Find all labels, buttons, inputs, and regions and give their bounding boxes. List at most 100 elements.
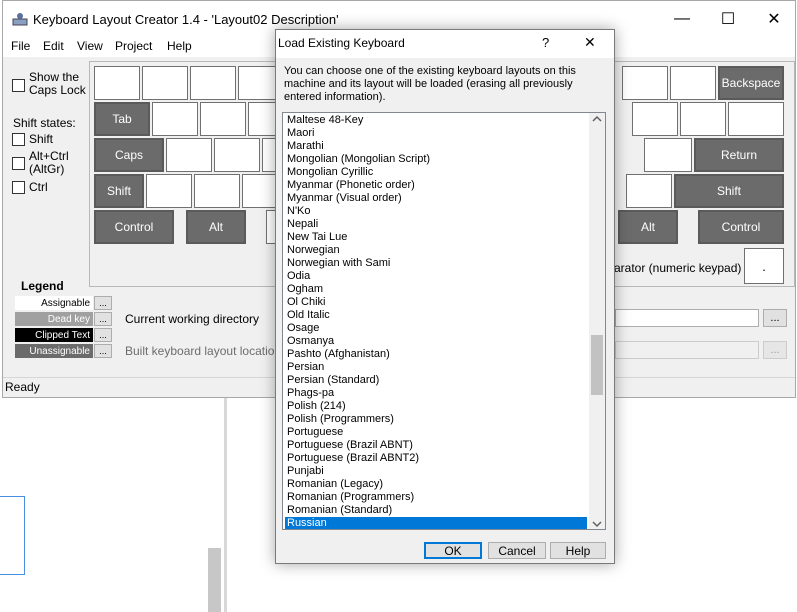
key-control-right[interactable]: Control [698,210,784,244]
maximize-button[interactable]: ☐ [705,1,751,37]
list-item[interactable]: Portuguese (Brazil ABNT2) [285,452,587,465]
list-scrollbar[interactable] [589,113,605,529]
key[interactable] [622,66,668,100]
list-item[interactable]: Osmanya [285,335,587,348]
key[interactable] [728,102,784,136]
key-caps[interactable]: Caps [94,138,164,172]
list-item[interactable]: Osage [285,322,587,335]
key[interactable] [166,138,212,172]
list-item[interactable]: Myanmar (Visual order) [285,192,587,205]
scroll-up-icon[interactable] [592,115,602,125]
dialog-description: You can choose one of the existing keybo… [284,65,576,103]
key[interactable] [214,138,260,172]
key[interactable] [644,138,692,172]
list-item[interactable]: Mongolian (Mongolian Script) [285,153,587,166]
key[interactable] [200,102,246,136]
list-item[interactable]: Romanian (Legacy) [285,478,587,491]
key[interactable] [146,174,192,208]
dialog-title: Load Existing Keyboard [278,36,405,50]
list-item[interactable]: Ol Chiki [285,296,587,309]
scroll-down-icon[interactable] [592,517,602,529]
window-title: Keyboard Layout Creator 1.4 - 'Layout02 … [33,12,339,27]
list-item[interactable]: Mongolian Cyrillic [285,166,587,179]
cwd-field[interactable] [615,309,759,327]
background-panel [0,398,224,612]
list-item[interactable]: Portuguese [285,426,587,439]
key[interactable] [152,102,198,136]
list-item[interactable]: Maltese 48-Key [285,114,587,127]
key[interactable] [670,66,716,100]
caps-lock-checkbox[interactable] [12,79,25,92]
list-item[interactable]: Persian (Standard) [285,374,587,387]
list-item[interactable]: Punjabi [285,465,587,478]
list-item[interactable]: Old Italic [285,309,587,322]
key[interactable] [248,102,278,136]
key-alt-left[interactable]: Alt [186,210,246,244]
background-scrollbar [208,548,221,612]
legend-dead-key: Dead key [15,312,93,326]
legend-unassignable-button[interactable]: ... [94,344,112,358]
key[interactable] [142,66,188,100]
menu-project[interactable]: Project [115,39,152,53]
key-alt-right[interactable]: Alt [618,210,678,244]
list-item[interactable]: Russian [285,517,587,529]
close-button[interactable]: ✕ [751,1,797,37]
list-item[interactable]: Portuguese (Brazil ABNT) [285,439,587,452]
list-item[interactable]: Nepali [285,218,587,231]
menu-file[interactable]: File [11,39,30,53]
altgr-label: Alt+Ctrl (AltGr) [29,149,69,176]
cwd-browse-button[interactable]: ... [763,309,787,327]
scroll-thumb[interactable] [591,335,603,395]
list-item[interactable]: Pashto (Afghanistan) [285,348,587,361]
menu-help[interactable]: Help [167,39,192,53]
list-item[interactable]: Ogham [285,283,587,296]
cancel-button[interactable]: Cancel [488,542,546,559]
key[interactable] [242,174,278,208]
key[interactable] [94,66,140,100]
menu-view[interactable]: View [77,39,103,53]
ctrl-checkbox[interactable] [12,181,25,194]
legend-clipped-text-button[interactable]: ... [94,328,112,342]
key-tab[interactable]: Tab [94,102,150,136]
list-item[interactable]: New Tai Lue [285,231,587,244]
list-item[interactable]: Romanian (Programmers) [285,491,587,504]
built-location-field [615,341,759,359]
list-item[interactable]: Phags-pa [285,387,587,400]
list-item[interactable]: Marathi [285,140,587,153]
list-item[interactable]: N'Ko [285,205,587,218]
legend-dead-key-button[interactable]: ... [94,312,112,326]
list-item[interactable]: Odia [285,270,587,283]
key-return[interactable]: Return [694,138,784,172]
list-item[interactable]: Polish (214) [285,400,587,413]
keyboard-list[interactable]: Maltese 48-Key Maori Marathi Mongolian (Mon… [282,112,606,530]
list-item[interactable]: Norwegian with Sami [285,257,587,270]
dialog-help-icon[interactable]: ? [542,35,549,50]
shift-checkbox[interactable] [12,133,25,146]
app-keyboard-icon [12,11,28,27]
built-location-label: Built keyboard layout location [125,344,282,358]
key[interactable] [632,102,678,136]
legend-assignable-button[interactable]: ... [94,296,112,310]
key-control-left[interactable]: Control [94,210,174,244]
help-button[interactable]: Help [550,542,606,559]
key-shift-left[interactable]: Shift [94,174,144,208]
menu-edit[interactable]: Edit [43,39,64,53]
altgr-checkbox[interactable] [12,157,25,170]
list-item[interactable]: Maori [285,127,587,140]
list-item[interactable]: Norwegian [285,244,587,257]
key[interactable] [626,174,672,208]
key-shift-right[interactable]: Shift [674,174,784,208]
key-backspace[interactable]: Backspace [718,66,784,100]
list-item[interactable]: Polish (Programmers) [285,413,587,426]
minimize-button[interactable]: — [659,1,705,37]
key[interactable] [194,174,240,208]
list-item[interactable]: Myanmar (Phonetic order) [285,179,587,192]
list-item[interactable]: Romanian (Standard) [285,504,587,517]
key[interactable] [680,102,726,136]
ok-button[interactable]: OK [424,542,482,559]
key-decimal[interactable]: . [744,248,784,284]
key[interactable] [190,66,236,100]
shift-states-label: Shift states: [13,116,76,130]
list-item[interactable]: Persian [285,361,587,374]
dialog-close-icon[interactable]: ✕ [584,34,596,51]
